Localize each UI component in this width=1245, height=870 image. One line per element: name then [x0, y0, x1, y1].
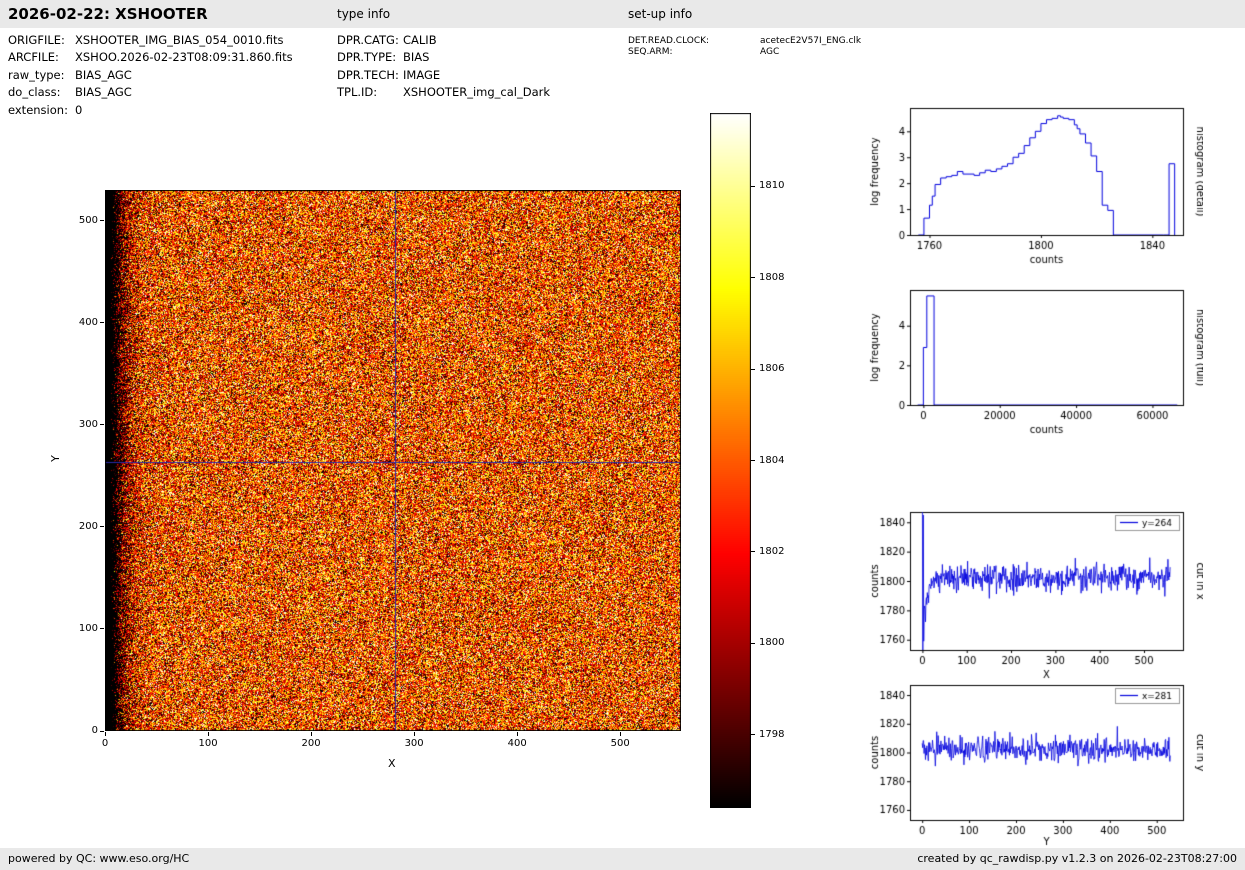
meta-row: raw_type: BIAS_AGC	[8, 68, 293, 85]
y-tick-label: 300	[78, 418, 98, 430]
y-tick-mark	[100, 424, 104, 426]
y-tick-mark	[100, 526, 104, 528]
colorbar-tick-mark	[751, 460, 755, 461]
meta-value: XSHOOTER_img_cal_Dark	[403, 85, 551, 100]
colorbar-tick-label: 1808	[759, 271, 785, 283]
main-y-axis-label: Y	[48, 455, 62, 462]
bias-image-heatmap	[105, 190, 681, 731]
meta-value: BIAS	[403, 50, 430, 65]
meta-row: DPR.TECH: IMAGE	[337, 68, 550, 85]
colorbar-tick-label: 1798	[759, 728, 785, 740]
histogram-full-plot	[858, 282, 1203, 442]
x-tick-label: 0	[101, 738, 109, 749]
meta-label: do_class:	[8, 85, 61, 100]
meta-row: DPR.CATG: CALIB	[337, 33, 550, 50]
footer-bar: powered by QC: www.eso.org/HC created by…	[0, 848, 1245, 870]
colorbar-tick-label: 1806	[759, 363, 785, 375]
histogram-detail-plot	[858, 100, 1203, 272]
meta-value: IMAGE	[403, 67, 441, 82]
x-tick-label: 400	[507, 738, 527, 749]
x-tick-label: 200	[301, 738, 321, 749]
page-title: 2026-02-22: XSHOOTER	[8, 5, 208, 23]
main-x-axis-label: X	[388, 757, 396, 770]
meta-value: AGC	[760, 46, 780, 57]
y-tick-label: 0	[91, 725, 98, 736]
x-tick-mark	[516, 732, 518, 736]
y-tick-label: 200	[78, 520, 98, 532]
meta-label: TPL.ID:	[337, 85, 378, 100]
colorbar-tick-mark	[751, 185, 755, 187]
meta-value: 0	[75, 102, 83, 117]
meta-row: SEQ.ARM: AGC	[628, 47, 861, 58]
footer-created-by: created by qc_rawdisp.py v1.2.3 on 2026-…	[917, 852, 1237, 865]
colorbar	[710, 113, 751, 808]
y-tick-mark	[100, 730, 104, 732]
meta-value: XSHOOTER_IMG_BIAS_054_0010.fits	[75, 33, 284, 47]
colorbar-tick-label: 1810	[759, 180, 785, 192]
x-tick-mark	[310, 732, 312, 736]
colorbar-tick-label: 1802	[759, 545, 785, 557]
y-tick-label: 400	[78, 316, 98, 328]
y-tick-mark	[100, 220, 104, 222]
x-tick-mark	[413, 732, 415, 736]
meta-row: DET.READ.CLOCK: acetecE2V57I_ENG.clk	[628, 36, 861, 47]
y-tick-label: 100	[78, 622, 98, 634]
type-info-heading: type info	[337, 7, 391, 21]
meta-row: ARCFILE: XSHOO.2026-02-23T08:09:31.860.fi…	[8, 50, 293, 67]
cut-in-y-plot	[858, 677, 1203, 848]
meta-label: raw_type:	[8, 67, 65, 82]
meta-value: CALIB	[403, 33, 437, 47]
meta-label: ORIGFILE:	[8, 33, 65, 47]
meta-label: DPR.TECH:	[337, 67, 399, 82]
meta-label: SEQ.ARM:	[628, 46, 673, 57]
meta-label: DPR.TYPE:	[337, 50, 397, 65]
meta-label: DET.READ.CLOCK:	[628, 36, 710, 46]
meta-row: do_class: BIAS_AGC	[8, 85, 293, 102]
setup-info-block: DET.READ.CLOCK: acetecE2V57I_ENG.clk SEQ.…	[628, 36, 861, 57]
meta-value: XSHOO.2026-02-23T08:09:31.860.fits	[75, 50, 293, 65]
x-tick-mark	[207, 732, 209, 736]
colorbar-tick-label: 1804	[759, 454, 785, 466]
header-bar: 2026-02-22: XSHOOTER type info set-up in…	[0, 0, 1245, 28]
x-tick-label: 100	[198, 738, 218, 749]
colorbar-tick-mark	[751, 277, 755, 279]
meta-row: TPL.ID: XSHOOTER_img_cal_Dark	[337, 85, 550, 102]
qc-report-page: 2026-02-22: XSHOOTER type info set-up in…	[0, 0, 1245, 870]
meta-value: BIAS_AGC	[75, 85, 132, 100]
meta-value: BIAS_AGC	[75, 67, 132, 82]
type-info-block: DPR.CATG: CALIB DPR.TYPE: BIAS DPR.TECH: IM…	[337, 33, 550, 103]
colorbar-tick-label: 1800	[759, 637, 785, 649]
y-tick-mark	[100, 322, 104, 324]
colorbar-tick-mark	[751, 368, 755, 370]
meta-row: ORIGFILE: XSHOOTER_IMG_BIAS_054_0010.fits	[8, 33, 293, 50]
footer-powered-by: powered by QC: www.eso.org/HC	[8, 852, 190, 865]
colorbar-tick-mark	[751, 551, 755, 553]
meta-label: extension:	[8, 102, 68, 117]
meta-row: extension: 0	[8, 103, 293, 120]
setup-info-heading: set-up info	[628, 7, 693, 21]
colorbar-tick-mark	[751, 734, 755, 736]
meta-label: ARCFILE:	[8, 50, 59, 65]
x-tick-label: 500	[610, 738, 630, 749]
x-tick-label: 300	[404, 738, 424, 749]
meta-value: acetecE2V57I_ENG.clk	[760, 36, 862, 46]
meta-label: DPR.CATG:	[337, 33, 399, 47]
y-tick-mark	[100, 628, 104, 630]
meta-row: DPR.TYPE: BIAS	[337, 50, 550, 67]
cut-in-x-plot	[858, 504, 1203, 686]
colorbar-tick-mark	[751, 642, 755, 644]
x-tick-mark	[619, 732, 621, 736]
file-info-block: ORIGFILE: XSHOOTER_IMG_BIAS_054_0010.fits…	[8, 33, 293, 120]
x-tick-mark	[104, 732, 106, 736]
y-tick-label: 500	[78, 214, 98, 226]
